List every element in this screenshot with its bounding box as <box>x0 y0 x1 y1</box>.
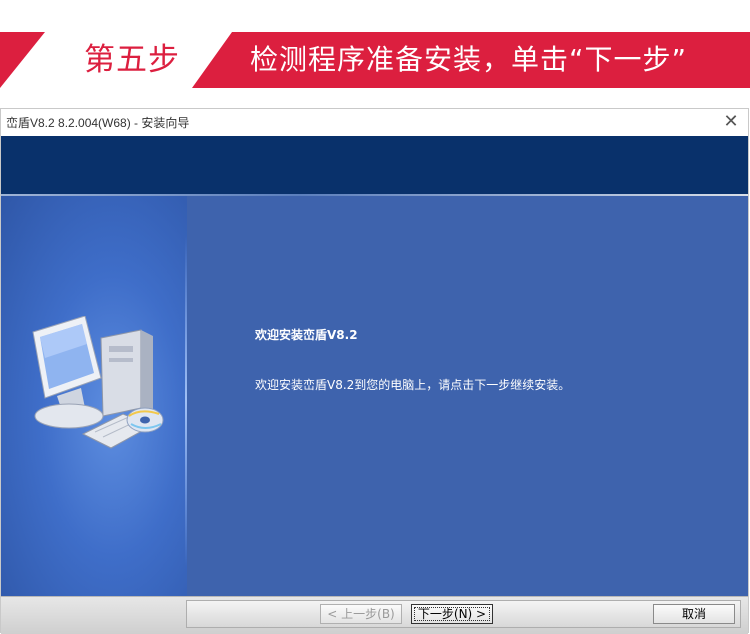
close-icon[interactable]: ✕ <box>720 112 742 132</box>
back-button[interactable]: < 上一步(B) <box>320 604 402 624</box>
welcome-text: 欢迎安装峦盾V8.2到您的电脑上，请点击下一步继续安装。 <box>255 378 571 392</box>
wizard-content: 欢迎安装峦盾V8.2 欢迎安装峦盾V8.2到您的电脑上，请点击下一步继续安装。 <box>1 196 748 596</box>
welcome-title: 欢迎安装峦盾V8.2 <box>255 328 358 342</box>
title-bar: 峦盾V8.2 8.2.004(W68) - 安装向导 ✕ <box>1 109 748 136</box>
step-title: 检测程序准备安装，单击“下一步” <box>250 43 688 76</box>
panel-divider <box>185 236 187 566</box>
button-bar: < 上一步(B) 下一步(N) > 取消 <box>1 596 748 634</box>
next-button[interactable]: 下一步(N) > <box>411 604 493 624</box>
wizard-header <box>1 136 748 194</box>
button-group: < 上一步(B) 下一步(N) > 取消 <box>186 600 741 628</box>
computer-with-cd-icon <box>32 316 164 449</box>
step-label: 第五步 <box>84 42 180 78</box>
installer-window: 峦盾V8.2 8.2.004(W68) - 安装向导 ✕ 欢迎安装峦盾V8.2 … <box>0 108 749 634</box>
cancel-button[interactable]: 取消 <box>653 604 735 624</box>
wizard-side-panel <box>1 196 187 596</box>
window-title: 峦盾V8.2 8.2.004(W68) - 安装向导 <box>6 116 190 130</box>
